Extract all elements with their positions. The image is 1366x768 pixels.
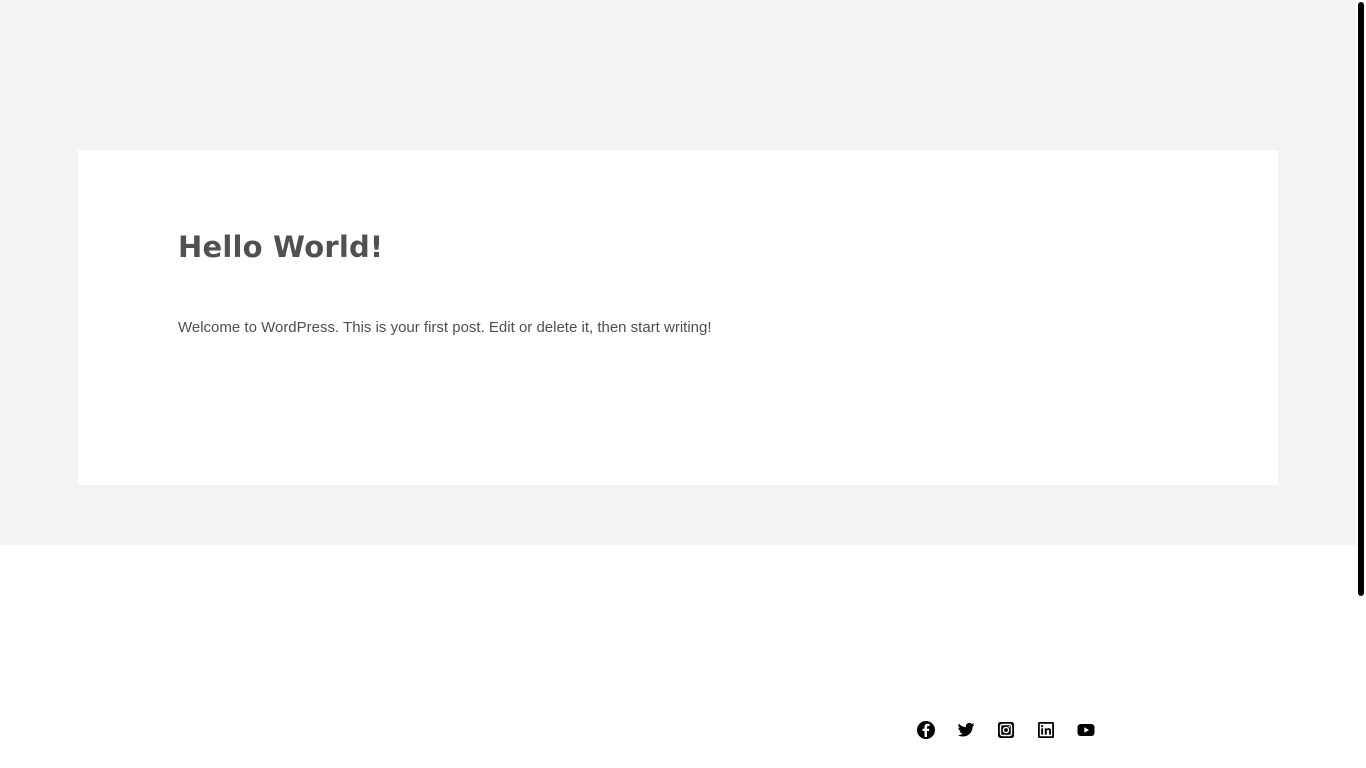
linkedin-link[interactable] [1036,720,1056,740]
facebook-link[interactable] [916,720,936,740]
youtube-link[interactable] [1076,720,1096,740]
facebook-icon [917,721,935,739]
twitter-link[interactable] [956,720,976,740]
twitter-icon [957,722,975,737]
youtube-icon [1077,724,1095,736]
post-card: Hello World! Welcome to WordPress. This … [78,150,1278,485]
linkedin-icon [1038,722,1054,738]
scrollbar-thumb[interactable] [1358,2,1364,596]
social-links [916,720,1096,740]
instagram-link[interactable] [996,720,1016,740]
post-title[interactable]: Hello World! [178,230,383,264]
instagram-icon [998,722,1014,738]
post-excerpt: Welcome to WordPress. This is your first… [178,319,712,336]
page-scrollbar[interactable] [1356,0,1366,768]
